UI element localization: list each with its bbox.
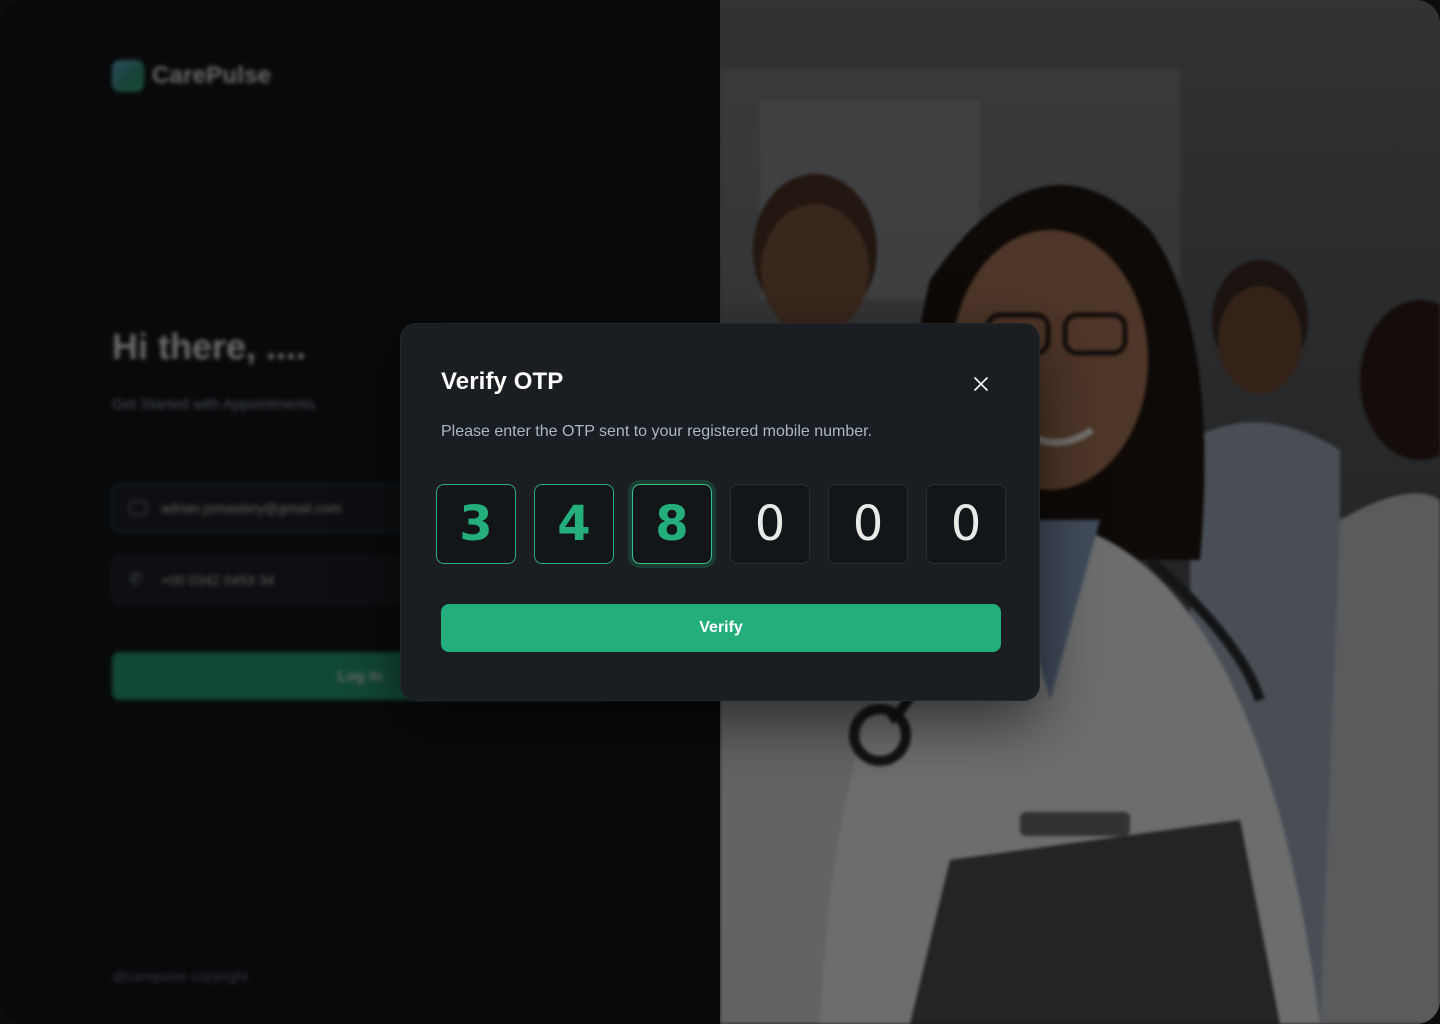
otp-digit-6[interactable]: 0: [926, 484, 1006, 564]
otp-digit-4[interactable]: 0: [730, 484, 810, 564]
otp-dialog: Verify OTP Please enter the OTP sent to …: [400, 323, 1040, 701]
dialog-description: Please enter the OTP sent to your regist…: [441, 423, 873, 440]
close-icon: [974, 377, 988, 391]
otp-digit-1[interactable]: 3: [436, 484, 516, 564]
dialog-title: Verify OTP: [441, 368, 564, 395]
otp-digit-2[interactable]: 4: [534, 484, 614, 564]
close-button[interactable]: [969, 372, 993, 396]
otp-digit-3[interactable]: 8: [632, 484, 712, 564]
app-frame: CarePulse Hi there, .... Get Started wit…: [0, 0, 1440, 1024]
otp-digit-5[interactable]: 0: [828, 484, 908, 564]
otp-input-group: 3 4 8 0 0 0: [436, 484, 1006, 564]
verify-button[interactable]: Verify: [441, 604, 1001, 652]
